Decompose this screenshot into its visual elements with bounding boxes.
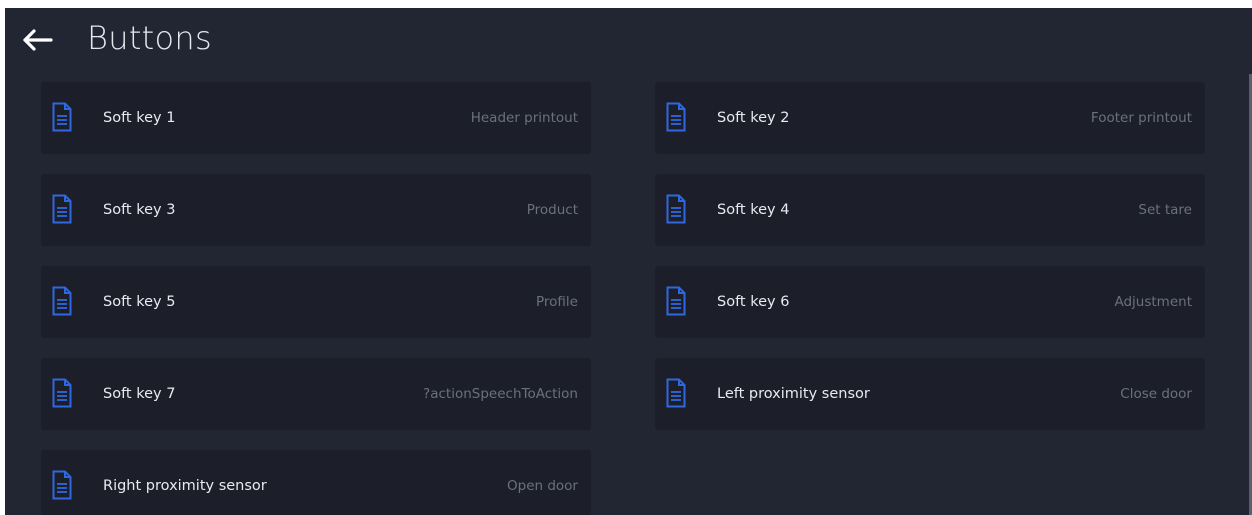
document-icon [52,102,72,132]
tile-label: Soft key 5 [103,294,176,310]
document-icon [52,378,72,408]
tile-value: Open door [507,478,578,494]
tile-value: Set tare [1138,202,1192,218]
document-icon [666,194,686,224]
left-proximity-sensor-tile[interactable]: Left proximity sensor Close door [655,358,1205,430]
document-icon [52,286,72,316]
document-icon [666,378,686,408]
tile-value: ?actionSpeechToAction [423,386,578,402]
soft-key-3-tile[interactable]: Soft key 3 Product [41,174,591,246]
tile-label: Soft key 7 [103,386,176,402]
soft-key-2-tile[interactable]: Soft key 2 Footer printout [655,82,1205,154]
tile-value: Footer printout [1090,110,1192,126]
header: Buttons [5,8,1252,76]
tile-label: Left proximity sensor [717,386,870,402]
tile-value: Adjustment [1114,294,1192,310]
document-icon [666,102,686,132]
document-icon [52,470,72,500]
page-title: Buttons [87,19,212,57]
soft-key-6-tile[interactable]: Soft key 6 Adjustment [655,266,1205,338]
soft-key-5-tile[interactable]: Soft key 5 Profile [41,266,591,338]
document-icon [666,286,686,316]
tile-label: Soft key 1 [103,110,176,126]
document-icon [52,194,72,224]
soft-key-4-tile[interactable]: Soft key 4 Set tare [655,174,1205,246]
soft-key-7-tile[interactable]: Soft key 7 ?actionSpeechToAction [41,358,591,430]
tile-label: Soft key 2 [717,110,790,126]
tile-value: Profile [536,294,578,310]
tile-value: Product [526,202,578,218]
tile-value: Close door [1120,386,1192,402]
back-button[interactable] [19,26,55,54]
tile-label: Soft key 4 [717,202,790,218]
settings-screen: Buttons Soft key 1 Header printout Soft … [5,8,1252,515]
arrow-left-icon [23,29,53,51]
soft-key-1-tile[interactable]: Soft key 1 Header printout [41,82,591,154]
tile-label: Soft key 3 [103,202,176,218]
tile-value: Header printout [470,110,578,126]
right-proximity-sensor-tile[interactable]: Right proximity sensor Open door [41,450,591,515]
tile-label: Right proximity sensor [103,478,267,494]
tile-label: Soft key 6 [717,294,790,310]
